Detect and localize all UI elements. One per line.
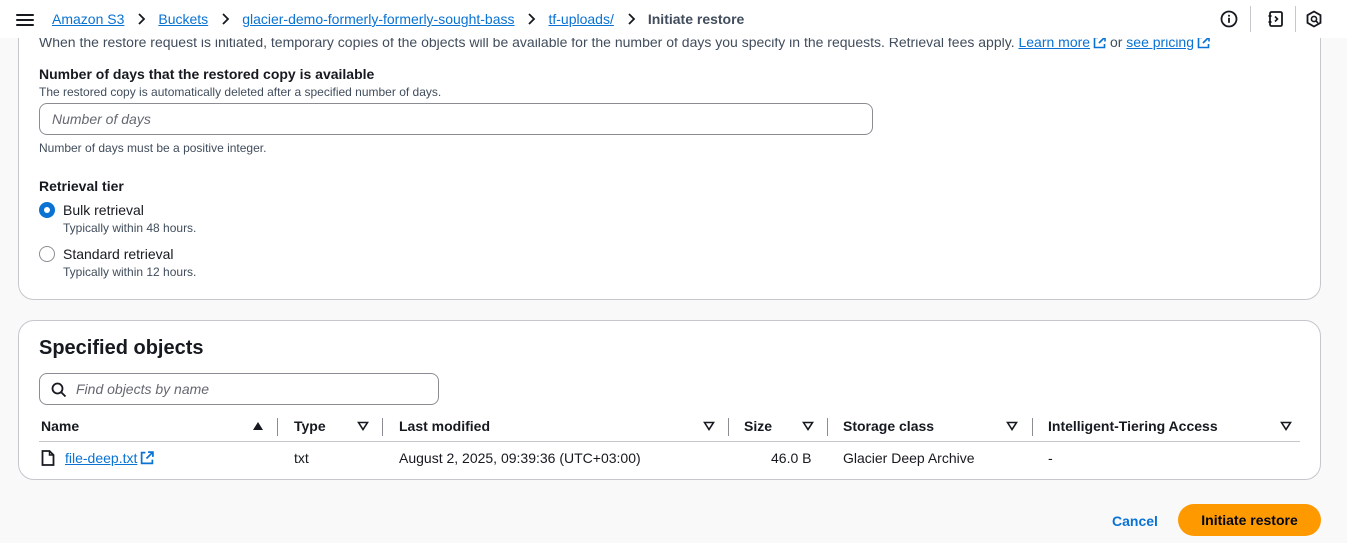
top-navigation-bar: Amazon S3 Buckets glacier-demo-formerly-…	[0, 0, 1347, 38]
sort-desc-icon[interactable]	[1006, 421, 1018, 431]
search-input[interactable]	[76, 374, 426, 404]
column-divider[interactable]	[728, 418, 729, 436]
cloudshell-icon[interactable]	[1305, 10, 1323, 28]
object-search[interactable]	[39, 373, 439, 405]
size-cell: 46.0 B	[771, 450, 812, 466]
object-type-cell: txt	[294, 450, 309, 466]
column-header-type[interactable]: Type	[294, 418, 326, 438]
standard-retrieval-description: Typically within 12 hours.	[63, 265, 197, 279]
cancel-button[interactable]: Cancel	[1100, 507, 1170, 535]
column-header-name[interactable]: Name	[41, 418, 79, 438]
sort-desc-icon[interactable]	[357, 421, 369, 431]
column-divider[interactable]	[1032, 418, 1033, 436]
column-header-last-modified[interactable]: Last modified	[399, 418, 490, 438]
sort-desc-icon[interactable]	[802, 421, 814, 431]
breadcrumb-bucket[interactable]: glacier-demo-formerly-formerly-sought-ba…	[242, 11, 514, 27]
bulk-retrieval-description: Typically within 48 hours.	[63, 221, 197, 235]
info-icon[interactable]	[1220, 10, 1238, 28]
section-title: Specified objects	[39, 337, 204, 359]
sort-asc-icon[interactable]	[252, 421, 264, 431]
chevron-right-icon	[626, 13, 636, 25]
standard-retrieval-radio[interactable]	[39, 246, 55, 262]
breadcrumb-amazon-s3[interactable]: Amazon S3	[52, 11, 124, 27]
column-header-storage-class[interactable]: Storage class	[843, 418, 934, 438]
sort-desc-icon[interactable]	[1280, 421, 1292, 431]
object-name-cell: file-deep.txt	[65, 450, 155, 466]
retrieval-tier-label: Retrieval tier	[39, 178, 124, 194]
object-name-link[interactable]: file-deep.txt	[65, 450, 137, 466]
chevron-right-icon	[526, 13, 536, 25]
breadcrumb-current: Initiate restore	[647, 11, 745, 27]
file-icon	[41, 450, 55, 466]
chevron-right-icon	[220, 13, 230, 25]
sort-desc-icon[interactable]	[703, 421, 715, 431]
days-constraint-text: Number of days must be a positive intege…	[39, 141, 267, 155]
column-divider[interactable]	[277, 418, 278, 436]
menu-icon[interactable]	[16, 11, 34, 27]
column-header-tiering-access[interactable]: Intelligent-Tiering Access	[1048, 418, 1218, 438]
divider	[1295, 6, 1296, 32]
standard-retrieval-label[interactable]: Standard retrieval	[63, 246, 174, 262]
object-name: file-deep.txt	[65, 450, 138, 466]
divider	[1250, 6, 1251, 32]
column-divider[interactable]	[827, 418, 828, 436]
storage-class-cell: Glacier Deep Archive	[843, 450, 975, 466]
breadcrumb-buckets[interactable]: Buckets	[158, 11, 208, 27]
bulk-retrieval-label[interactable]: Bulk retrieval	[63, 202, 144, 218]
table-header-divider	[39, 441, 1300, 442]
search-icon	[51, 382, 67, 398]
chevron-right-icon	[136, 13, 146, 25]
days-description: The restored copy is automatically delet…	[39, 85, 442, 99]
tiering-access-cell: -	[1048, 450, 1053, 466]
column-divider[interactable]	[382, 418, 383, 436]
notes-icon[interactable]	[1267, 10, 1285, 28]
breadcrumb: Amazon S3 Buckets glacier-demo-formerly-…	[52, 0, 744, 38]
number-of-days-input[interactable]	[39, 103, 873, 135]
initiate-restore-button[interactable]: Initiate restore	[1178, 504, 1321, 536]
last-modified-cell: August 2, 2025, 09:39:36 (UTC+03:00)	[399, 450, 641, 466]
days-label: Number of days that the restored copy is…	[39, 66, 375, 82]
bulk-retrieval-radio[interactable]	[39, 202, 55, 218]
column-header-size[interactable]: Size	[744, 418, 772, 438]
breadcrumb-prefix[interactable]: tf-uploads/	[548, 11, 613, 27]
external-link-icon[interactable]	[140, 451, 155, 465]
